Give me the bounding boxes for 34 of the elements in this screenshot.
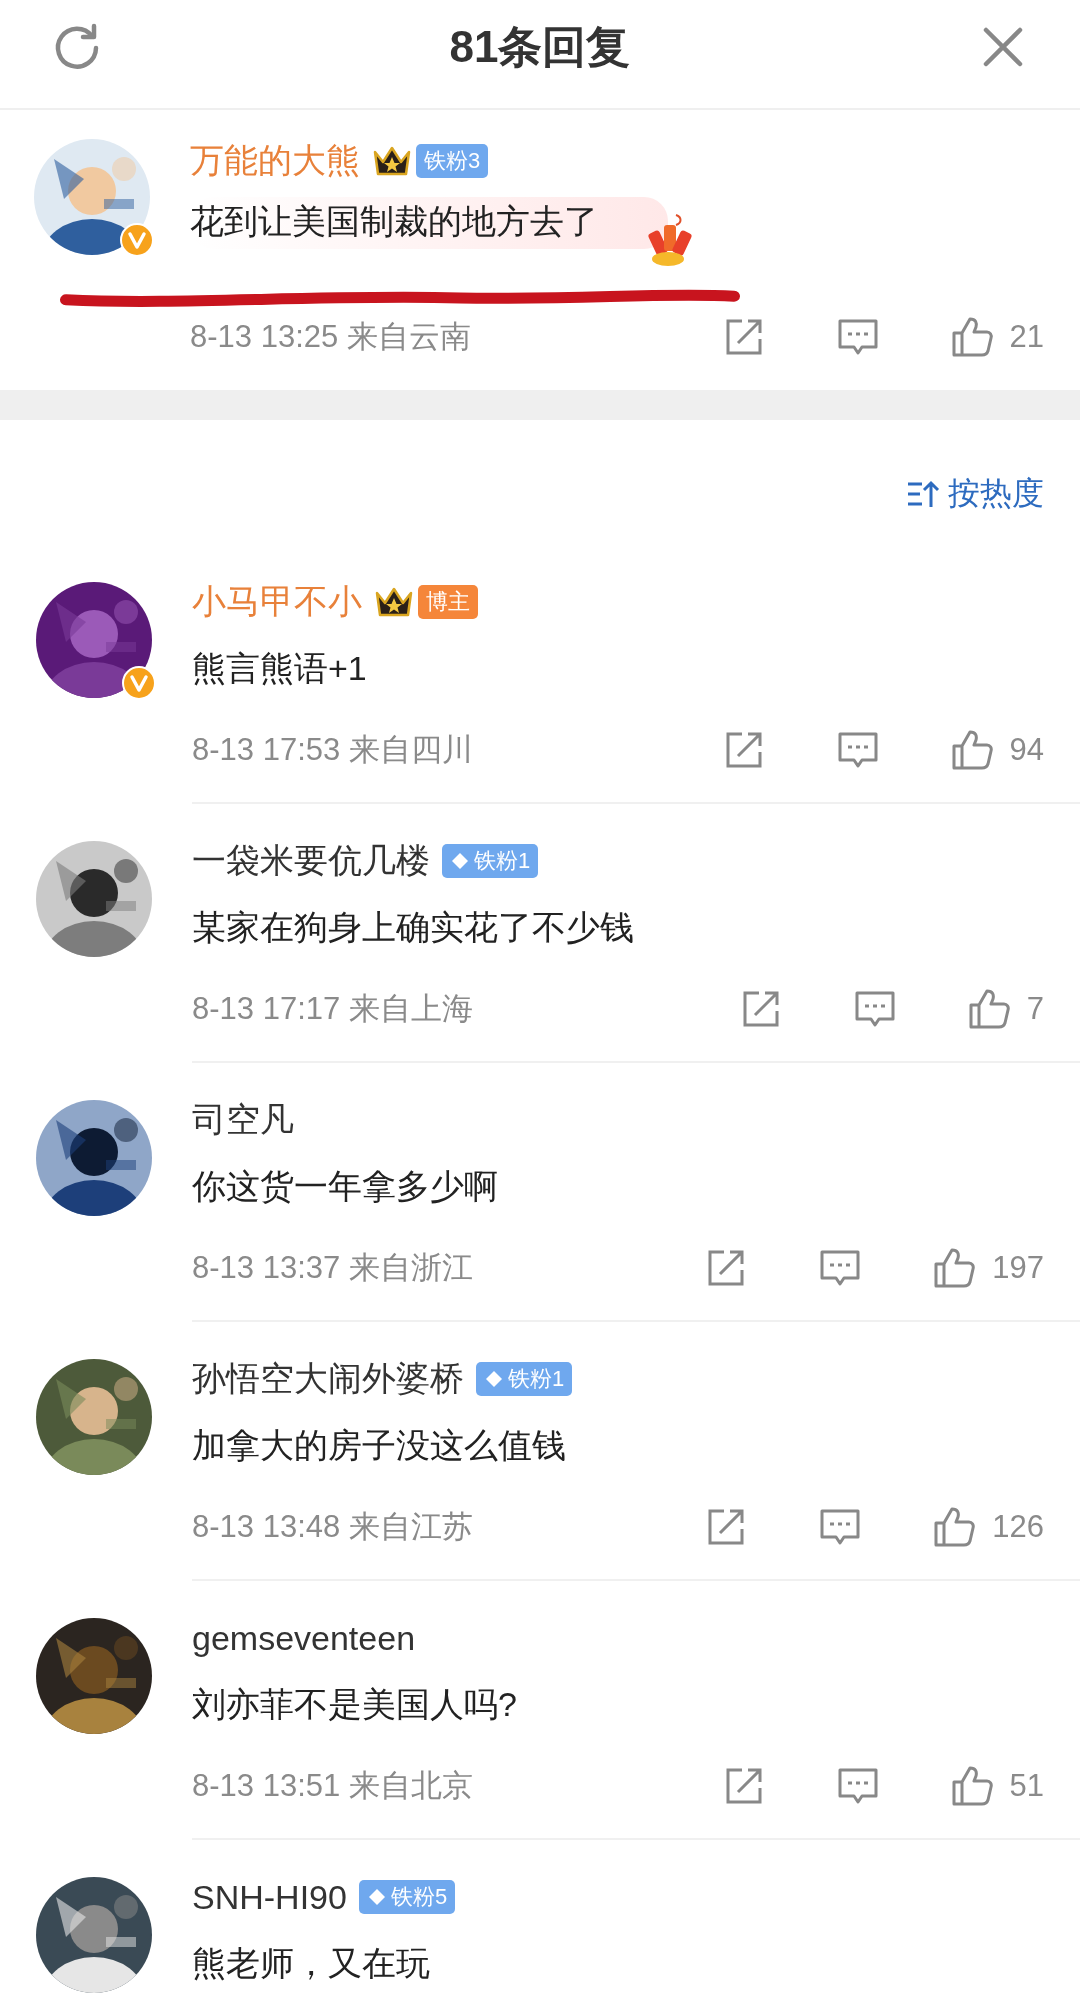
comment-text: 你这货一年拿多少啊 bbox=[192, 1166, 499, 1207]
comment-text: 刘亦菲不是美国人吗? bbox=[192, 1684, 518, 1725]
comment-text: 加拿大的房子没这么值钱 bbox=[192, 1425, 567, 1466]
comment-time-location: 8-13 17:53 来自四川 bbox=[192, 731, 473, 769]
user-name[interactable]: gemseventeen bbox=[192, 1618, 416, 1658]
sort-button[interactable]: 按热度 bbox=[906, 472, 1044, 516]
comment-time-location: 8-13 13:37 来自浙江 bbox=[192, 1249, 473, 1287]
like-count: 94 bbox=[1009, 732, 1044, 768]
thumbs-up-icon[interactable] bbox=[932, 1505, 977, 1549]
badge-label: 铁粉5 bbox=[390, 1883, 448, 1911]
comment-time-location: 8-13 13:51 来自北京 bbox=[192, 1767, 473, 1805]
comment-text: 熊言熊语+1 bbox=[192, 648, 368, 689]
like-count: 126 bbox=[992, 1509, 1044, 1545]
user-name[interactable]: 孙悟空大闹外婆桥 bbox=[192, 1356, 464, 1402]
comment-text: 某家在狗身上确实花了不少钱 bbox=[192, 907, 635, 948]
badge-label: 博主 bbox=[426, 588, 470, 616]
badge-label: 铁粉3 bbox=[424, 147, 481, 175]
comment-time-location: 8-13 17:17 来自上海 bbox=[192, 990, 473, 1028]
like-count: 7 bbox=[1026, 991, 1044, 1027]
user-name[interactable]: 一袋米要伉几楼 bbox=[192, 838, 430, 884]
comment-text: 花到让美国制裁的地方去了 bbox=[190, 202, 598, 240]
badge-label: 铁粉1 bbox=[474, 847, 531, 875]
badge-label: 铁粉1 bbox=[508, 1365, 565, 1393]
comment-text: 熊老师，又在玩 bbox=[192, 1943, 431, 1984]
like-count: 51 bbox=[1009, 1768, 1044, 1804]
page-title: 81条回复 bbox=[449, 20, 631, 73]
like-count: 197 bbox=[992, 1250, 1044, 1286]
comment-time-location: 8-13 13:48 来自江苏 bbox=[192, 1508, 473, 1546]
comment-time-location: 8-13 13:25 来自云南 bbox=[190, 318, 471, 356]
user-name[interactable]: 司空凡 bbox=[192, 1097, 294, 1143]
user-name[interactable]: SNH-HI90 bbox=[192, 1877, 347, 1917]
like-count: 21 bbox=[1009, 319, 1044, 355]
sort-icon bbox=[906, 479, 940, 509]
thumbs-up-icon[interactable] bbox=[932, 1246, 977, 1290]
